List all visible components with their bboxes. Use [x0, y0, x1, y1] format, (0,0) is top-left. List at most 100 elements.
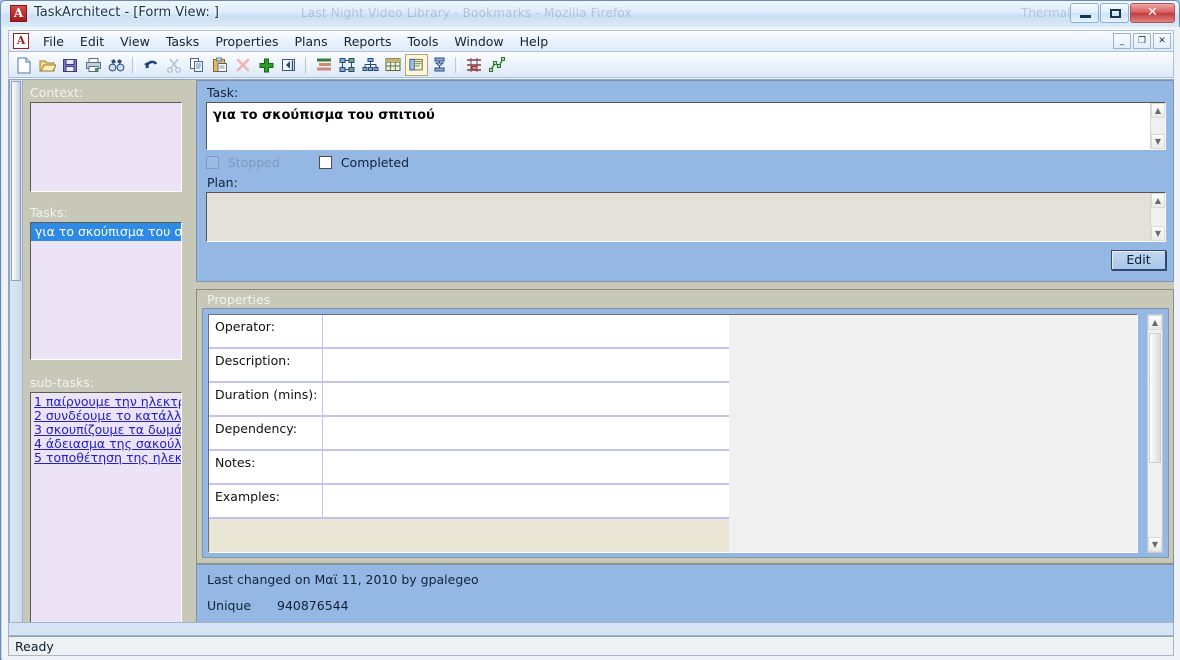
mdi-restore-button[interactable]: ❐ [1133, 33, 1151, 49]
task-textbox[interactable]: για το σκούπισμα του σπιτιού ▲ ▼ [206, 102, 1166, 150]
subtasks-listbox[interactable]: 1 παίρνουμε την ηλεκτρ 2 συνδέουμε το κα… [30, 392, 182, 632]
gantt-view-icon[interactable] [463, 54, 486, 76]
list-item[interactable]: για το σκούπισμα του σ [31, 223, 181, 241]
list-item[interactable]: 5 τοποθέτηση της ηλεκ [31, 451, 181, 465]
scroll-down-icon[interactable]: ▼ [1151, 134, 1165, 149]
property-value[interactable] [323, 383, 729, 415]
properties-scrollbar-thumb[interactable] [1149, 333, 1161, 463]
title-bar: A TaskArchitect - [Form View: ] Last Nig… [1, 1, 1179, 27]
list-item[interactable]: 3 σκουπίζουμε τα δωμά [31, 423, 181, 437]
app-icon: A [10, 5, 27, 22]
add-plus-icon[interactable] [255, 54, 278, 76]
mdi-horizontal-scrollbar[interactable] [8, 622, 1174, 636]
sidebar: Context: Tasks: για το σκούπισμα του σ s… [24, 80, 184, 636]
scroll-up-icon[interactable]: ▲ [1151, 193, 1165, 208]
menu-app-icon: A [13, 33, 29, 49]
copy-icon[interactable] [186, 54, 209, 76]
mdi-minimize-button[interactable]: _ [1113, 33, 1131, 49]
task-scrollbar[interactable]: ▲ ▼ [1150, 103, 1165, 149]
new-document-icon[interactable] [13, 54, 36, 76]
menu-item-edit[interactable]: Edit [72, 32, 112, 51]
properties-empty-area [209, 519, 729, 552]
print-icon[interactable] [82, 54, 105, 76]
minimize-icon [1080, 15, 1091, 18]
list-item[interactable]: 1 παίρνουμε την ηλεκτρ [31, 395, 181, 409]
minimize-button[interactable] [1070, 3, 1099, 23]
table-row[interactable]: Notes: [209, 451, 729, 485]
hierarchy-view-icon[interactable] [359, 54, 382, 76]
mdi-scrollbar-thumb[interactable] [11, 81, 21, 281]
scroll-up-icon[interactable]: ▲ [1151, 103, 1165, 118]
property-key: Notes: [209, 451, 323, 483]
table-row[interactable]: Dependency: [209, 417, 729, 451]
flow-view-icon[interactable] [428, 54, 451, 76]
save-disk-icon[interactable] [59, 54, 82, 76]
scroll-up-icon[interactable]: ▲ [1148, 315, 1162, 330]
sidebar-splitter[interactable] [184, 80, 190, 636]
unique-label: Unique [207, 598, 252, 613]
chart-view-icon[interactable] [486, 54, 509, 76]
table-view-icon[interactable] [382, 54, 405, 76]
plan-textbox[interactable]: ▲ ▼ [206, 192, 1166, 242]
table-row[interactable]: Description: [209, 349, 729, 383]
tasks-listbox[interactable]: για το σκούπισμα του σ [30, 222, 182, 360]
close-button[interactable]: ✕ [1130, 3, 1175, 23]
table-row[interactable]: Examples: [209, 485, 729, 519]
cut-scissors-icon[interactable] [163, 54, 186, 76]
subtasks-label: sub-tasks: [30, 375, 94, 390]
open-folder-icon[interactable] [36, 54, 59, 76]
menu-item-file[interactable]: File [35, 32, 72, 51]
stopped-checkbox [206, 156, 219, 169]
mdi-close-button[interactable]: ✕ [1153, 33, 1171, 49]
plan-scrollbar[interactable]: ▲ ▼ [1150, 193, 1165, 241]
list-item[interactable]: 2 συνδέουμε το κατάλλ [31, 409, 181, 423]
properties-scrollbar[interactable]: ▲ ▼ [1147, 314, 1163, 553]
delete-x-icon[interactable] [232, 54, 255, 76]
application-window: A TaskArchitect - [Form View: ] Last Nig… [0, 0, 1180, 660]
mdi-window-controls: _ ❐ ✕ [1113, 33, 1173, 49]
menu-item-reports[interactable]: Reports [336, 32, 400, 51]
context-label: Context: [30, 85, 84, 100]
menu-item-plans[interactable]: Plans [286, 32, 335, 51]
property-value[interactable] [323, 417, 729, 449]
outline-view-icon[interactable] [313, 54, 336, 76]
menu-item-tasks[interactable]: Tasks [158, 32, 208, 51]
maximize-button[interactable] [1100, 3, 1129, 23]
mdi-vertical-scrollbar[interactable] [10, 80, 23, 636]
completed-checkbox[interactable] [319, 156, 332, 169]
close-icon: ✕ [1147, 5, 1158, 20]
property-value[interactable] [323, 349, 729, 381]
property-value[interactable] [323, 315, 729, 347]
list-item[interactable]: 4 άδειασμα της σακούλ [31, 437, 181, 451]
properties-panel: Operator: Description: Duration (mins): [202, 308, 1169, 558]
stopped-checkbox-row[interactable]: Stopped [206, 155, 280, 170]
network-view-icon[interactable] [336, 54, 359, 76]
property-value[interactable] [323, 451, 729, 483]
toolbar-separator [305, 56, 309, 73]
menu-item-help[interactable]: Help [512, 32, 557, 51]
menu-item-properties[interactable]: Properties [207, 32, 286, 51]
property-value[interactable] [323, 485, 729, 517]
client-area: A File Edit View Tasks Properties Plans … [2, 27, 1180, 660]
properties-grid: Operator: Description: Duration (mins): [209, 315, 729, 552]
find-binoculars-icon[interactable] [105, 54, 128, 76]
edit-button[interactable]: Edit [1111, 250, 1166, 270]
unique-value: 940876544 [277, 598, 349, 613]
form-pane: Task: για το σκούπισμα του σπιτιού ▲ ▼ S… [196, 80, 1174, 636]
scroll-down-icon[interactable]: ▼ [1151, 226, 1165, 241]
menu-item-view[interactable]: View [112, 32, 158, 51]
promote-task-icon[interactable] [278, 54, 301, 76]
properties-group: Properties Operator: Description: Durati… [196, 289, 1174, 564]
undo-arrow-icon[interactable] [140, 54, 163, 76]
property-key: Duration (mins): [209, 383, 323, 415]
menu-item-tools[interactable]: Tools [400, 32, 447, 51]
table-row[interactable]: Operator: [209, 315, 729, 349]
menu-item-window[interactable]: Window [446, 32, 511, 51]
table-row[interactable]: Duration (mins): [209, 383, 729, 417]
scroll-down-icon[interactable]: ▼ [1148, 537, 1162, 552]
completed-checkbox-row[interactable]: Completed [319, 155, 409, 170]
footer-info: Last changed on Μαϊ 11, 2010 by gpalegeo… [196, 564, 1174, 626]
context-listbox[interactable] [30, 102, 182, 192]
paste-clipboard-icon[interactable] [209, 54, 232, 76]
form-view-icon[interactable] [405, 53, 428, 76]
